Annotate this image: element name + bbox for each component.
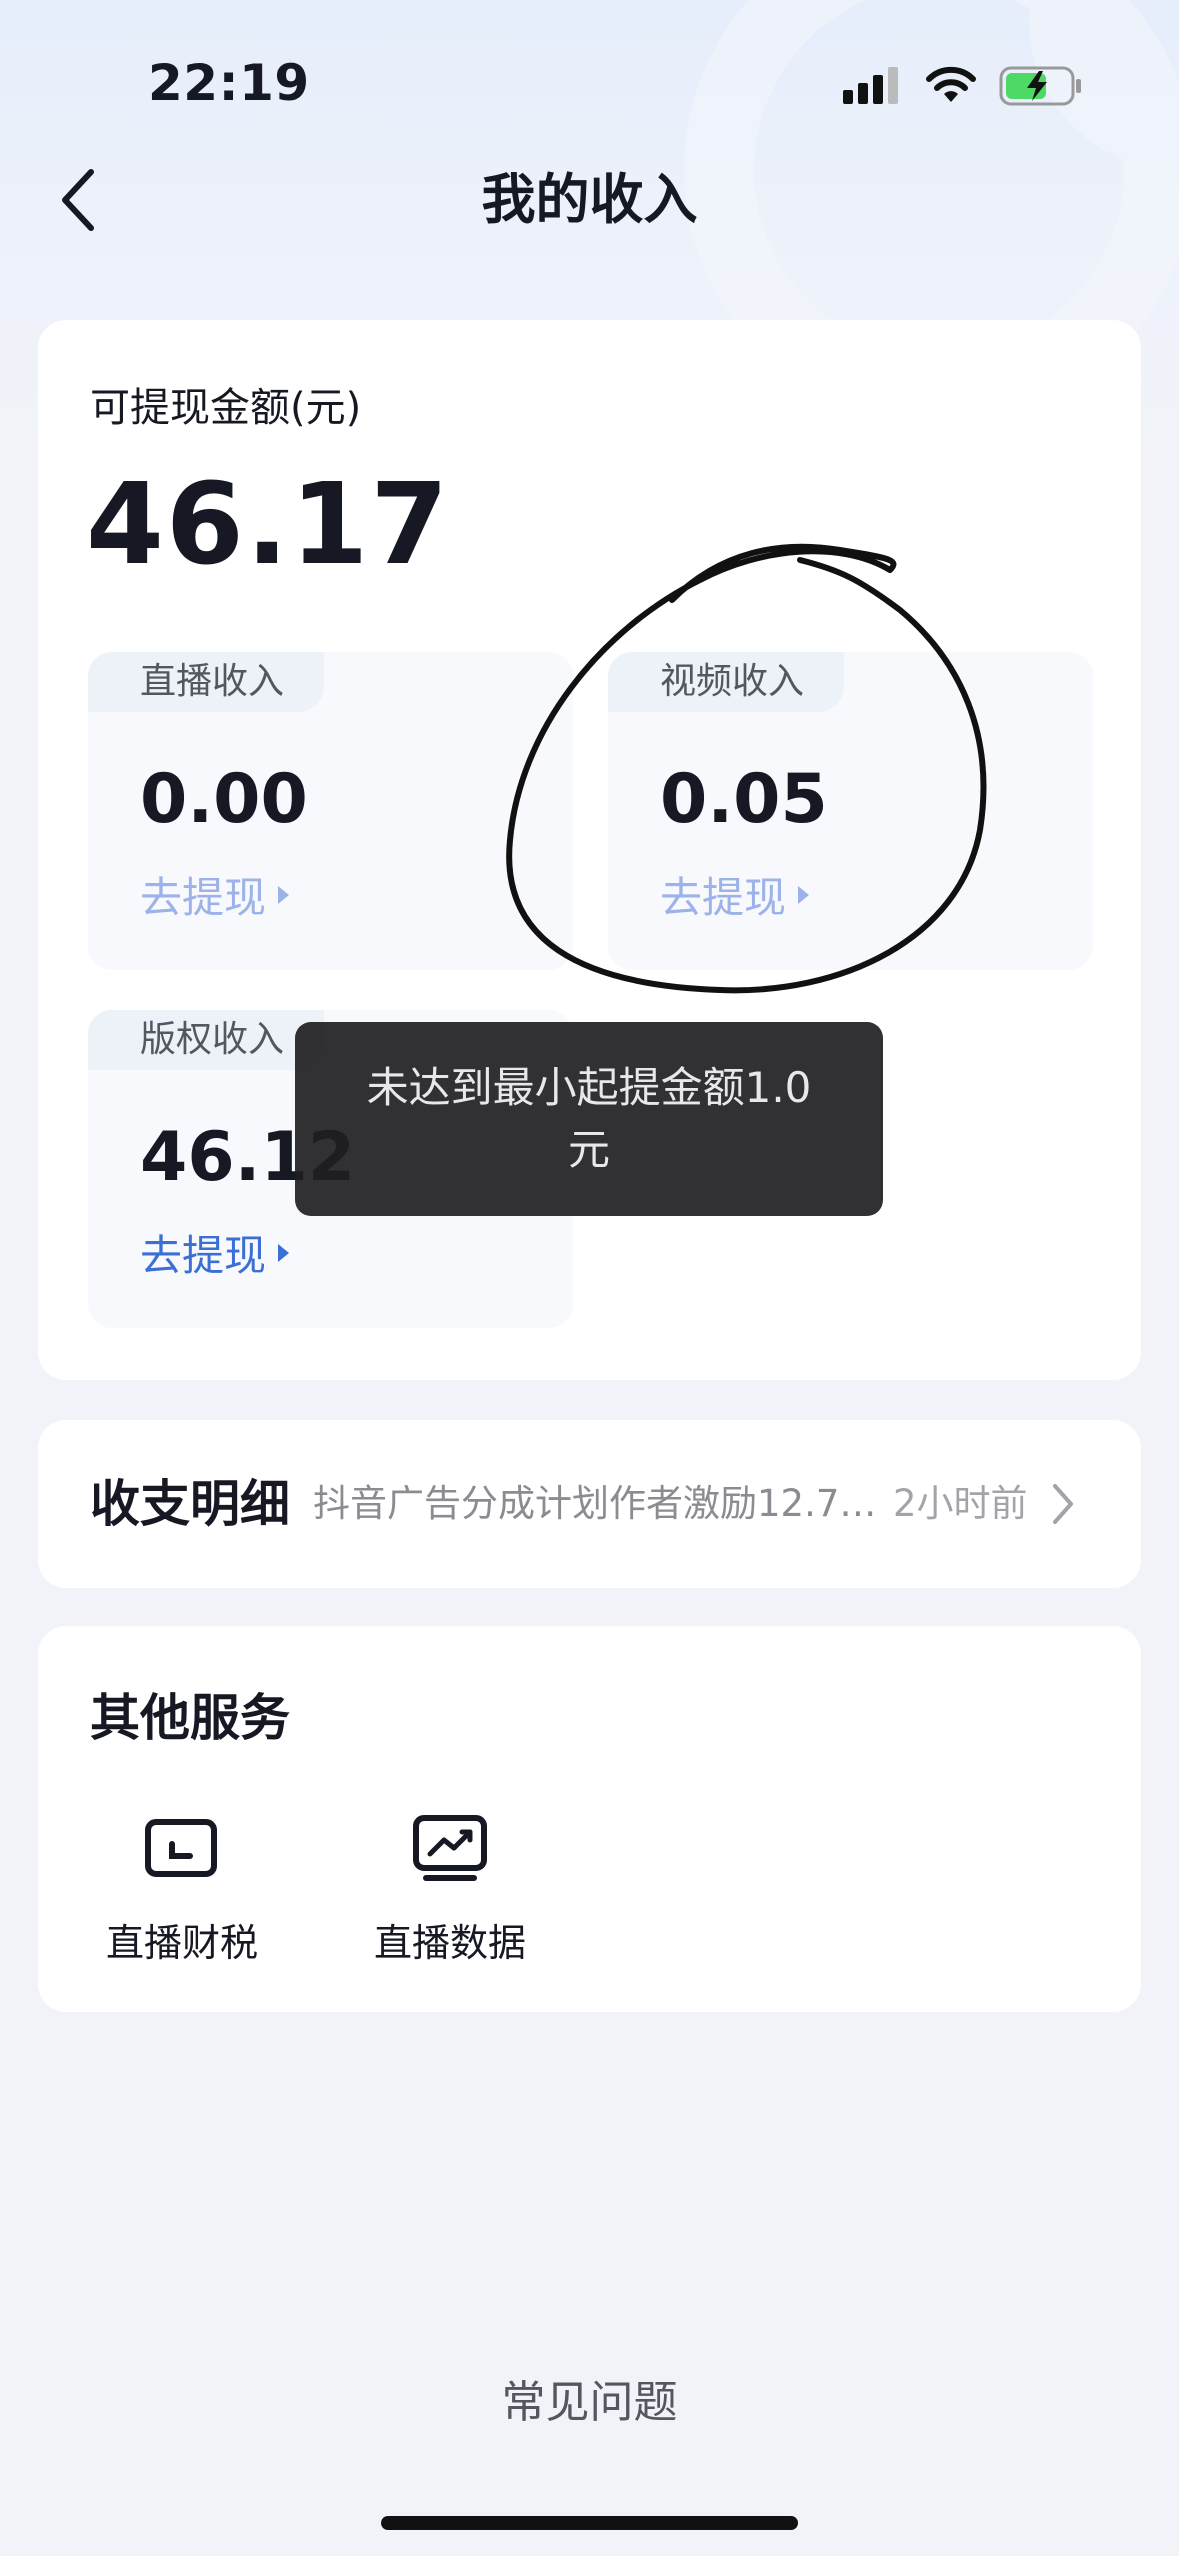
chevron-right-icon [1053,1484,1073,1524]
live-income-value: 0.00 [140,760,308,839]
service-live-data[interactable]: 直播数据 [350,1814,550,1967]
caret-right-icon [278,1243,290,1262]
ledger-row[interactable]: 收支明细 抖音广告分成计划作者激励12.7… 2小时前 [38,1420,1141,1588]
chart-monitor-icon [413,1815,487,1881]
faq-link[interactable]: 常见问题 [0,2366,1179,2430]
video-income-label: 视频收入 [608,652,845,712]
video-income-card: 视频收入 0.05 去提现 [608,652,1093,970]
ledger-title: 收支明细 [90,1475,290,1533]
cellular-signal-icon [843,67,898,104]
copyright-income-label: 版权收入 [88,1010,325,1070]
live-withdraw-link[interactable]: 去提现 [140,864,290,925]
available-balance-amount: 46.17 [86,460,451,590]
caret-right-icon [278,885,290,904]
home-indicator[interactable] [381,2516,798,2530]
ledger-latest-time: 2小时前 [893,1482,1028,1525]
copyright-withdraw-link[interactable]: 去提现 [140,1222,290,1283]
available-balance-label: 可提现金额(元) [90,385,362,431]
caret-right-icon [798,885,810,904]
services-title: 其他服务 [90,1689,290,1747]
copyright-withdraw-label: 去提现 [140,1231,267,1280]
service-live-data-label: 直播数据 [373,1921,526,1965]
service-live-tax-label: 直播财税 [105,1921,258,1965]
monitor-icon [145,1819,217,1877]
status-time: 22:19 [148,54,310,112]
other-services-card: 其他服务 直播财税 直播数据 [38,1626,1141,2012]
ledger-latest-entry: 抖音广告分成计划作者激励12.7… [313,1482,877,1525]
wifi-icon [926,66,976,102]
live-income-label: 直播收入 [88,652,325,712]
status-icons [843,62,1083,110]
video-withdraw-link[interactable]: 去提现 [660,864,810,925]
battery-charging-icon [999,66,1081,106]
live-income-card: 直播收入 0.00 去提现 [88,652,573,970]
balance-card: 可提现金额(元) 46.17 直播收入 0.00 去提现 视频收入 0.05 去… [38,320,1141,1380]
page-title: 我的收入 [481,168,698,231]
service-live-tax[interactable]: 直播财税 [82,1814,282,1967]
video-withdraw-label: 去提现 [660,873,787,922]
video-income-value: 0.05 [660,760,828,839]
live-withdraw-label: 去提现 [140,873,267,922]
toast-message: 未达到最小起提金额1.0元 [295,1022,883,1216]
income-page: 22:19 我的收入 可提现金额(元) 46.17 直播收入 0.00 去提现 … [0,0,1179,2556]
